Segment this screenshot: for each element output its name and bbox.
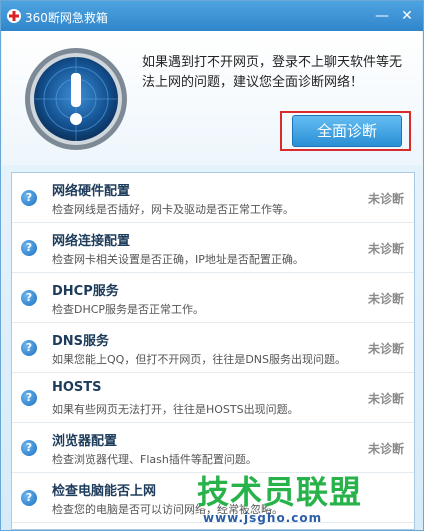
help-icon: ?	[21, 290, 37, 306]
item-description: 如果您能上QQ，但打不开网页，往往是DNS服务出现问题。	[52, 353, 346, 366]
help-icon: ?	[21, 440, 37, 456]
first-aid-cross-icon	[7, 9, 21, 23]
list-item[interactable]: ? 浏览器配置 检查浏览器代理、Flash插件等配置问题。 未诊断	[12, 423, 414, 473]
item-description: 检查浏览器代理、Flash插件等配置问题。	[52, 453, 257, 466]
help-icon: ?	[21, 190, 37, 206]
watermark-text: 技术员联盟	[197, 473, 363, 511]
item-description: 检查网卡相关设置是否正确，IP地址是否配置正确。	[52, 253, 304, 266]
item-title: HOSTS	[52, 380, 102, 395]
help-icon: ?	[21, 390, 37, 406]
item-status: 未诊断	[368, 442, 405, 456]
watermark: 技术员联盟 www.jsgho.com	[197, 467, 417, 529]
item-description: 检查网线是否插好，网卡及驱动是否正常工作等。	[52, 203, 294, 216]
help-icon: ?	[21, 490, 37, 506]
help-icon: ?	[21, 240, 37, 256]
list-item[interactable]: ? DHCP服务 检查DHCP服务是否正常工作。 未诊断	[12, 273, 414, 323]
help-icon: ?	[21, 340, 37, 356]
item-status: 未诊断	[368, 392, 405, 406]
item-status: 未诊断	[368, 242, 405, 256]
close-button[interactable]: ✕	[398, 7, 416, 25]
list-item[interactable]: ? 网络连接配置 检查网卡相关设置是否正确，IP地址是否配置正确。 未诊断	[12, 223, 414, 273]
list-item[interactable]: ? 网络硬件配置 检查网线是否插好，网卡及驱动是否正常工作等。 未诊断	[12, 173, 414, 223]
minimize-button[interactable]: —	[373, 7, 391, 25]
item-status: 未诊断	[368, 192, 405, 206]
list-item[interactable]: ? DNS服务 如果您能上QQ，但打不开网页，往往是DNS服务出现问题。 未诊断	[12, 323, 414, 373]
item-title: 检查电脑能否上网	[52, 484, 157, 499]
full-diagnose-button[interactable]: 全面诊断	[292, 115, 402, 147]
watermark-url: www.jsgho.com	[203, 511, 323, 525]
item-status: 未诊断	[368, 342, 405, 356]
item-title: 网络硬件配置	[52, 184, 131, 199]
intro-text: 如果遇到打不开网页，登录不上聊天软件等无法上网的问题，建议您全面诊断网络！	[142, 55, 403, 90]
header-panel: 如果遇到打不开网页，登录不上聊天软件等无法上网的问题，建议您全面诊断网络！ 全面…	[2, 31, 422, 165]
window-title: 360断网急救箱	[25, 11, 108, 25]
item-title: 浏览器配置	[52, 434, 118, 449]
item-description: 检查DHCP服务是否正常工作。	[52, 303, 205, 316]
item-description: 如果有些网页无法打开，往往是HOSTS出现问题。	[52, 403, 299, 416]
app-window: 360断网急救箱 — ✕ 如果遇到打不开网页，登录不上聊天软件等无法上网的问题，…	[0, 0, 424, 531]
item-title: 网络连接配置	[52, 234, 131, 249]
list-item[interactable]: ? HOSTS 如果有些网页无法打开，往往是HOSTS出现问题。 未诊断	[12, 373, 414, 423]
radar-warning-icon	[25, 48, 127, 150]
item-status: 未诊断	[368, 292, 405, 306]
item-title: DNS服务	[52, 334, 110, 349]
item-title: DHCP服务	[52, 284, 119, 299]
title-bar[interactable]: 360断网急救箱 — ✕	[1, 1, 423, 31]
